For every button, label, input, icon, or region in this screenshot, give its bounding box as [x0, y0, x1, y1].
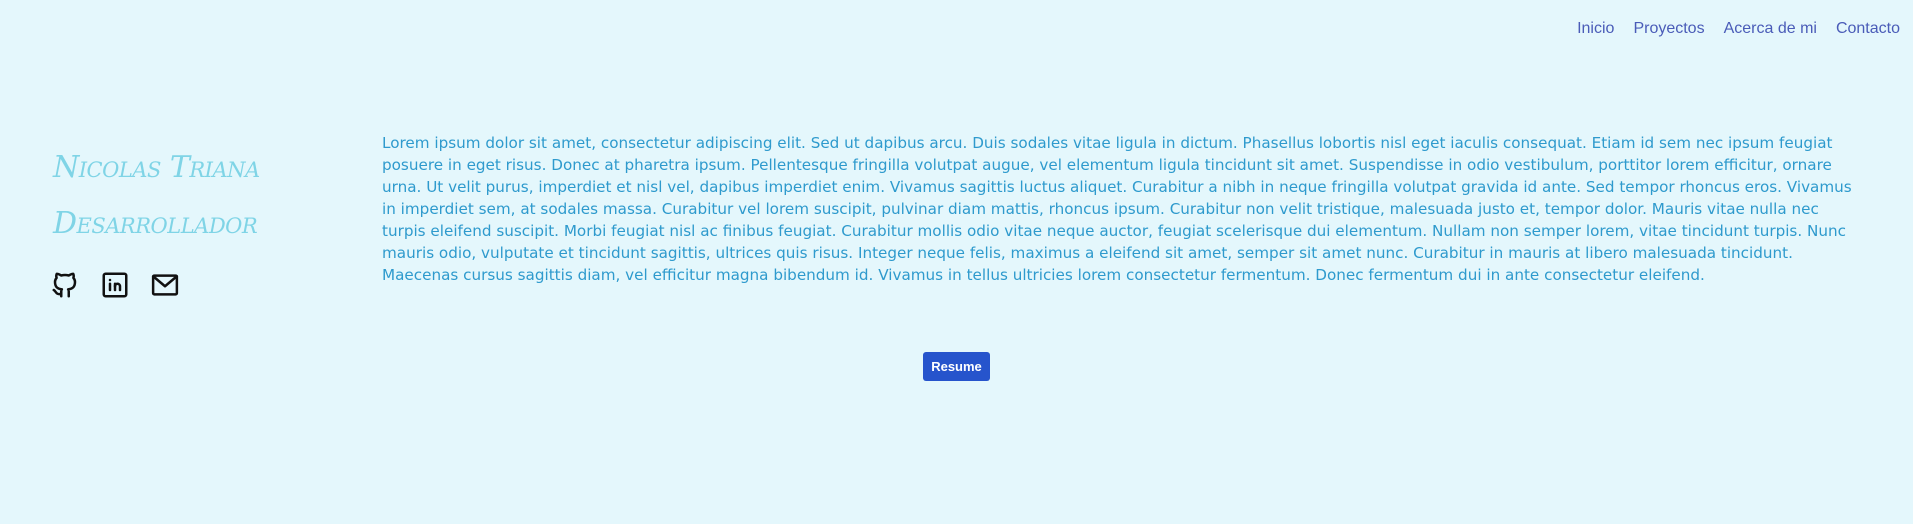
nav-link-inicio[interactable]: Inicio	[1577, 20, 1614, 38]
top-nav: Inicio Proyectos Acerca de mi Contacto	[1577, 20, 1900, 38]
nav-link-acerca-de-mi[interactable]: Acerca de mi	[1724, 20, 1817, 38]
nav-link-contacto[interactable]: Contacto	[1836, 20, 1900, 38]
resume-button[interactable]: Resume	[923, 352, 990, 381]
profile-name: Nicolas Triana	[53, 150, 260, 185]
social-links	[50, 270, 180, 300]
bio-paragraph: Lorem ipsum dolor sit amet, consectetur …	[382, 134, 1852, 284]
mail-icon[interactable]	[150, 270, 180, 300]
linkedin-icon[interactable]	[100, 270, 130, 300]
nav-link-proyectos[interactable]: Proyectos	[1633, 20, 1704, 38]
github-icon[interactable]	[50, 270, 80, 300]
profile-role: Desarrollador	[53, 206, 258, 241]
profile-section: Nicolas Triana Desarrollador	[52, 140, 260, 298]
